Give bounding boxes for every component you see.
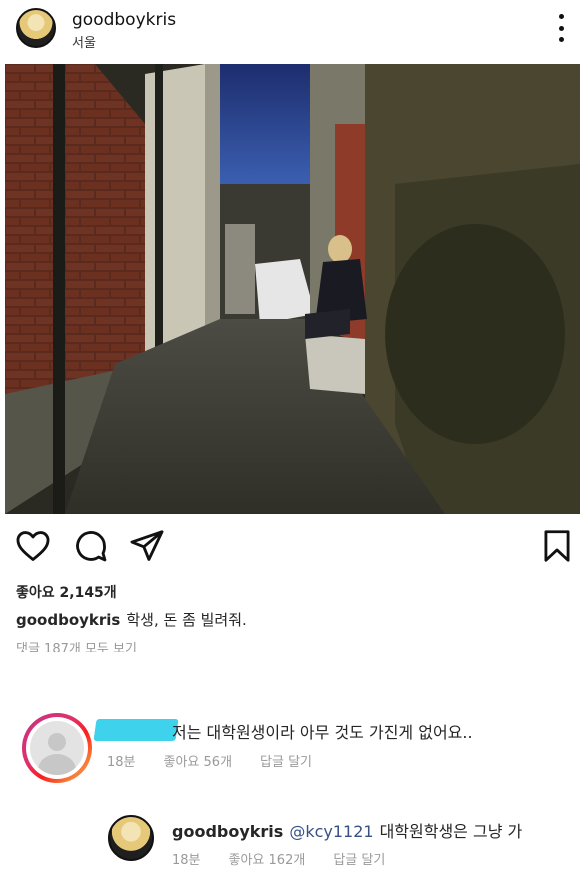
commenter-avatar[interactable]: [22, 713, 92, 783]
avatar[interactable]: [16, 8, 56, 48]
caption-text: 학생, 돈 좀 빌려줘.: [126, 611, 247, 629]
comment-text: 저는 대학원생이라 아무 것도 가진게 없어요..: [172, 723, 473, 742]
reply-mention[interactable]: @kcy1121: [289, 822, 373, 841]
comment-meta: 18분 좋아요 56개 답글 달기: [107, 751, 340, 770]
post-header: goodboykris 서울: [0, 0, 587, 58]
likes-count[interactable]: 좋아요 2,145개: [16, 582, 117, 602]
reply-username[interactable]: goodboykris: [172, 822, 283, 841]
action-bar: [0, 527, 587, 567]
alley-photo-image: [5, 64, 580, 514]
caption-username[interactable]: goodboykris: [16, 611, 120, 629]
redacted-username: [93, 719, 179, 741]
heart-icon[interactable]: [14, 527, 52, 565]
post-username[interactable]: goodboykris: [72, 10, 176, 30]
more-vertical-icon[interactable]: [555, 14, 567, 42]
reply-avatar[interactable]: [108, 815, 154, 861]
reply-reply-button[interactable]: 답글 달기: [333, 853, 385, 868]
view-all-comments-link[interactable]: 댓글 187개 모두 보기: [16, 638, 137, 652]
reply-comment: goodboykris @kcy1121 대학원학생은 그냥 가: [172, 818, 522, 842]
comment-likes[interactable]: 좋아요 56개: [164, 755, 233, 770]
reply-meta: 18분 좋아요 162개 답글 달기: [172, 849, 413, 868]
reply-text: 대학원학생은 그냥 가: [379, 822, 523, 841]
post-location[interactable]: 서울: [72, 32, 96, 51]
post-photo[interactable]: [5, 64, 580, 514]
reply-button[interactable]: 답글 달기: [260, 755, 312, 770]
send-icon[interactable]: [128, 527, 166, 565]
reply-likes[interactable]: 좋아요 162개: [229, 853, 306, 868]
comment-time: 18분: [107, 755, 136, 770]
bookmark-icon[interactable]: [538, 527, 576, 565]
comment-icon[interactable]: [72, 527, 110, 565]
post-caption: goodboykris 학생, 돈 좀 빌려줘.: [16, 609, 247, 630]
reply-time: 18분: [172, 853, 201, 868]
